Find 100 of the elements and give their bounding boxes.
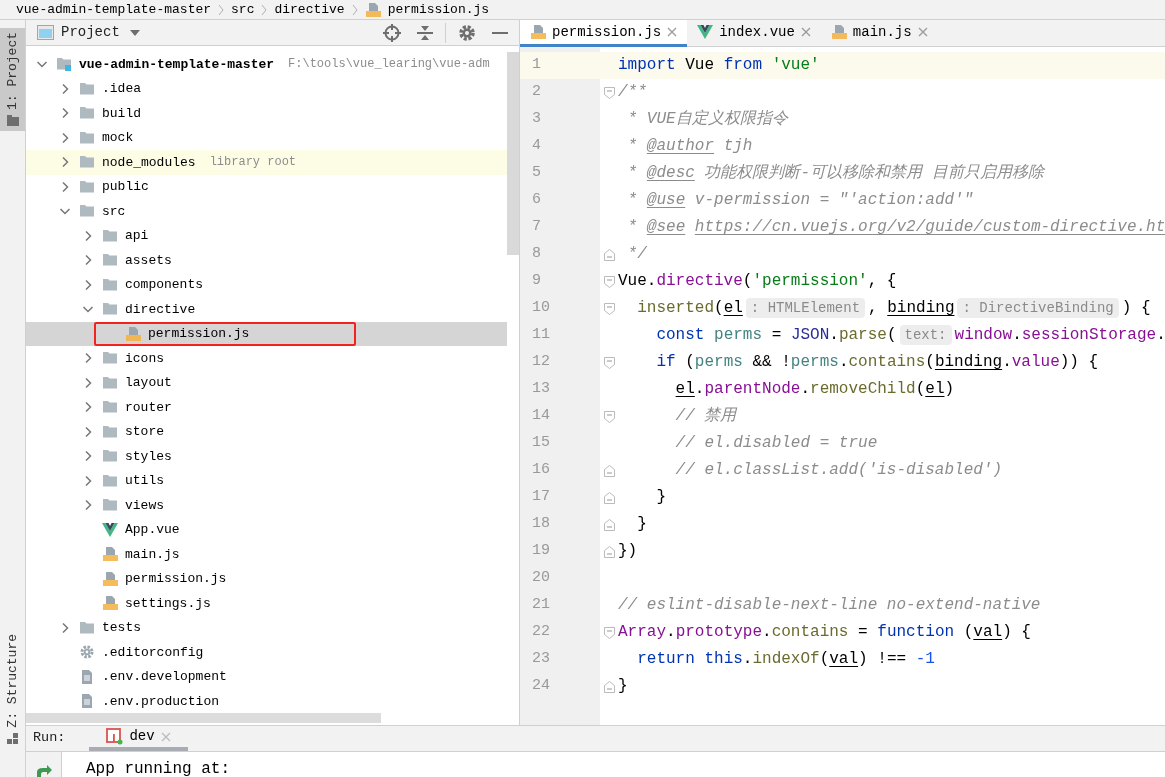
tree-item[interactable]: node_modules library root — [26, 150, 507, 175]
tree-item[interactable]: components — [26, 272, 507, 297]
folder-icon — [79, 105, 95, 122]
fold-marker-icon[interactable] — [603, 86, 615, 99]
js-file-icon — [830, 24, 847, 40]
code-line: inserted(el : HTMLElement , binding : DirectiveBinding ) { — [636, 297, 1151, 320]
fold-marker-icon[interactable] — [603, 356, 615, 369]
line-number: 14 — [531, 406, 551, 427]
minimize-icon[interactable] — [492, 31, 508, 34]
settings-icon[interactable] — [458, 23, 476, 42]
line-number: 11 — [531, 325, 551, 346]
fold-marker-icon[interactable] — [603, 464, 615, 477]
code-line: } — [618, 676, 628, 697]
npm-script-icon — [106, 728, 124, 745]
folder-icon — [79, 178, 95, 195]
fold-marker-icon[interactable] — [603, 626, 615, 639]
editor-tab[interactable]: index.vue — [687, 20, 821, 47]
folder-icon — [102, 301, 118, 318]
breadcrumb-item[interactable]: src — [231, 1, 255, 18]
breadcrumb-item[interactable]: vue-admin-template-master — [16, 1, 212, 18]
tree-item[interactable]: .env.production — [26, 689, 507, 713]
code-line: import Vue from 'vue' — [618, 55, 820, 76]
line-number: 8 — [531, 244, 542, 265]
tree-item[interactable]: api — [26, 223, 507, 248]
view-selector[interactable]: Project — [61, 22, 120, 43]
folder-icon — [102, 472, 118, 489]
js-file-icon — [102, 546, 118, 563]
scrollbar[interactable] — [26, 713, 381, 723]
tree-item[interactable]: .idea — [26, 76, 507, 101]
line-number: 21 — [531, 595, 551, 616]
fold-marker-icon[interactable] — [603, 545, 615, 558]
tree-item[interactable]: main.js — [26, 542, 507, 567]
folder-icon — [56, 56, 72, 73]
tree-item[interactable]: tests — [26, 615, 507, 640]
tree-item[interactable]: permission.js — [26, 566, 507, 591]
tree-item[interactable]: App.vue — [26, 517, 507, 542]
tree-item[interactable]: router — [26, 395, 507, 420]
scrollbar[interactable] — [507, 52, 519, 255]
tree-item[interactable]: directive — [26, 297, 507, 322]
chevron-right-icon — [218, 3, 225, 16]
path-hint: library root — [209, 154, 297, 172]
fold-marker-icon[interactable] — [603, 518, 615, 531]
code-line: return this.indexOf(val) !== -1 — [636, 649, 935, 670]
tree-item[interactable]: public — [26, 174, 507, 199]
vue-logo-icon — [697, 24, 714, 40]
breadcrumb-item[interactable]: directive — [274, 1, 345, 18]
line-number: 2 — [531, 82, 542, 103]
tree-item[interactable]: settings.js — [26, 591, 507, 616]
text-file-icon — [79, 693, 95, 710]
js-file-icon — [102, 570, 118, 587]
collapse-all-icon[interactable] — [417, 23, 433, 42]
fold-marker-icon[interactable] — [603, 491, 615, 504]
gear-icon — [79, 644, 95, 661]
tree-item[interactable]: views — [26, 493, 507, 518]
close-icon[interactable] — [917, 27, 928, 37]
line-number: 22 — [531, 622, 551, 643]
fold-marker-icon[interactable] — [603, 410, 615, 423]
tree-item[interactable]: .env.development — [26, 664, 507, 689]
tree-item[interactable]: permission.js — [26, 321, 507, 346]
vue-logo-icon — [102, 521, 118, 538]
code-line: * VUE自定义权限指令 — [626, 108, 788, 130]
editor-tab[interactable]: permission.js — [520, 20, 688, 47]
close-icon[interactable] — [800, 27, 811, 37]
locate-icon[interactable] — [383, 23, 401, 42]
line-number: 6 — [531, 190, 542, 211]
fold-marker-icon[interactable] — [603, 302, 615, 315]
rerun-icon[interactable] — [34, 764, 53, 777]
line-number: 15 — [531, 433, 551, 454]
fold-marker-icon[interactable] — [603, 248, 615, 261]
tree-item[interactable]: mock — [26, 125, 507, 150]
tree-item[interactable]: src — [26, 199, 507, 224]
tool-window-button[interactable]: 1: Project — [0, 28, 25, 131]
js-file-icon — [364, 1, 381, 18]
tree-item[interactable]: .editorconfig — [26, 640, 507, 665]
folder-icon — [102, 350, 118, 367]
tool-window-button[interactable]: Z: Structure — [0, 630, 25, 749]
code-line: * @use v-permission = "'action:add'" — [626, 190, 974, 211]
project-view-icon — [37, 25, 54, 40]
code-line: /** — [618, 82, 647, 103]
caret-icon[interactable] — [129, 29, 140, 36]
line-number: 7 — [531, 217, 542, 238]
breadcrumb-item[interactable]: permission.js — [387, 1, 490, 18]
tree-item[interactable]: vue-admin-template-master F:\tools\vue_learing\vue-adm — [26, 52, 507, 77]
tree-item[interactable]: layout — [26, 370, 507, 395]
tree-item[interactable]: build — [26, 101, 507, 126]
tree-item[interactable]: icons — [26, 346, 507, 371]
folder-icon — [79, 129, 95, 146]
tree-item[interactable]: styles — [26, 444, 507, 469]
fold-marker-icon[interactable] — [603, 275, 615, 288]
code-line: // el.classList.add('is-disabled') — [674, 460, 1003, 481]
code-line: // 禁用 — [674, 406, 737, 427]
tree-item[interactable]: assets — [26, 248, 507, 273]
tree-item[interactable]: store — [26, 419, 507, 444]
close-icon[interactable] — [667, 27, 678, 37]
tree-item[interactable]: utils — [26, 468, 507, 493]
blocks-icon — [6, 732, 19, 745]
fold-marker-icon[interactable] — [603, 680, 615, 693]
editor-tab[interactable]: main.js — [820, 20, 938, 47]
code-line: // el.disabled = true — [674, 433, 878, 454]
line-number: 20 — [531, 568, 551, 589]
